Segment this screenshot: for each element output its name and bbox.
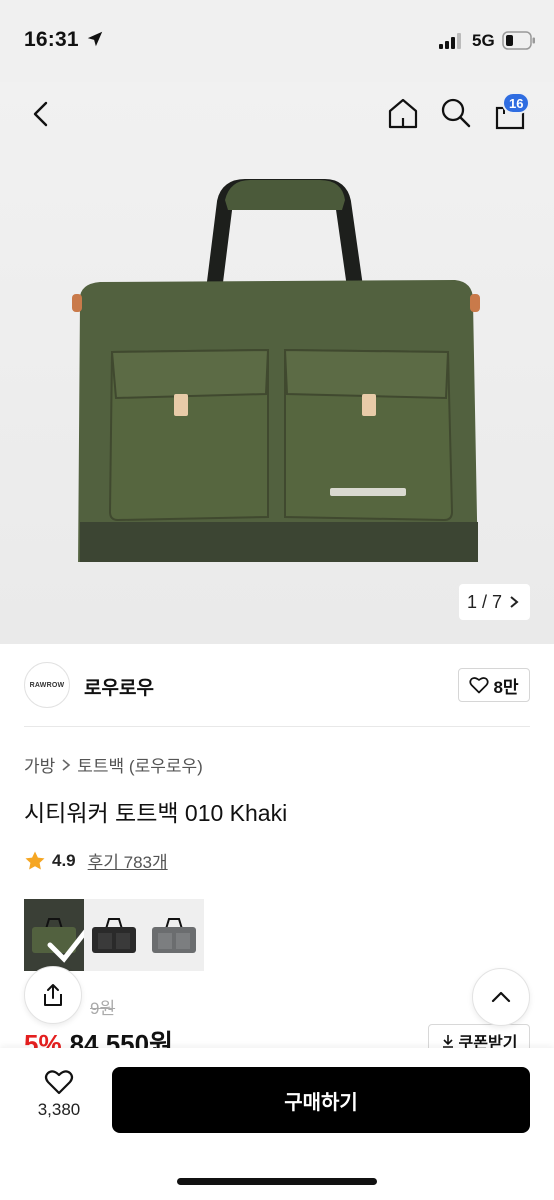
status-time: 16:31 — [24, 28, 79, 51]
product-title: 시티워커 토트백 010 Khaki — [24, 800, 288, 826]
star-icon — [25, 851, 45, 869]
swatch-khaki[interactable] — [24, 899, 89, 971]
original-price: 9원 — [90, 999, 116, 1018]
wishlist-button[interactable]: 3,380 — [24, 1068, 94, 1120]
buy-button[interactable]: 구매하기 — [112, 1067, 530, 1133]
swatch-bag-image — [92, 918, 136, 953]
share-icon — [44, 984, 62, 1006]
home-indicator — [177, 1178, 377, 1185]
wishlist-count: 3,380 — [37, 1100, 81, 1119]
location-arrow-icon — [87, 31, 103, 47]
breadcrumb-subcategory[interactable]: 토트백 (로우로우) — [77, 752, 203, 777]
brand-logo-text: RAWROW — [29, 681, 65, 689]
bottom-action-bar: 3,380 구매하기 — [0, 1048, 554, 1200]
image-counter[interactable]: 1 / 7 — [458, 584, 530, 620]
brand-name[interactable]: 로우로우 — [84, 673, 154, 700]
home-icon[interactable] — [386, 96, 420, 130]
brand-row: RAWROW 로우로우 8만 — [24, 660, 530, 716]
breadcrumb: 가방 토트백 (로우로우) — [24, 752, 203, 777]
image-counter-text: 1 / 7 — [466, 591, 502, 612]
divider — [24, 726, 530, 727]
scroll-top-button[interactable] — [472, 968, 530, 1026]
color-swatches — [24, 899, 204, 971]
chevron-up-icon — [491, 991, 511, 1003]
breadcrumb-category[interactable]: 가방 — [24, 752, 55, 777]
search-icon[interactable] — [440, 97, 472, 129]
review-count-link[interactable]: 후기 783개 — [88, 848, 168, 873]
signal-bars-icon — [439, 33, 461, 49]
chevron-right-icon — [62, 758, 71, 771]
product-image — [72, 179, 480, 562]
brand-like-button[interactable]: 8만 — [458, 668, 530, 702]
swatch-grey[interactable] — [144, 899, 204, 971]
chevron-right-icon — [510, 596, 519, 608]
swatch-black[interactable] — [84, 899, 144, 971]
swatch-bag-image — [152, 918, 196, 953]
brand-like-count: 8만 — [493, 677, 519, 697]
rating-value: 4.9 — [52, 850, 76, 870]
network-label: 5G — [472, 31, 495, 50]
brand-logo[interactable]: RAWROW — [24, 662, 70, 708]
back-icon[interactable] — [28, 100, 56, 128]
heart-outline-icon — [469, 677, 490, 694]
rating-row: 4.9 후기 783개 — [24, 848, 168, 873]
status-bar: 16:31 5G — [0, 0, 554, 82]
heart-outline-icon — [44, 1070, 74, 1095]
share-button[interactable] — [24, 966, 82, 1024]
download-icon — [442, 1035, 453, 1048]
cart-count-badge: 16 — [502, 92, 531, 114]
battery-icon — [502, 31, 535, 50]
product-image-gallery[interactable]: 16 1 / 7 — [0, 82, 554, 644]
